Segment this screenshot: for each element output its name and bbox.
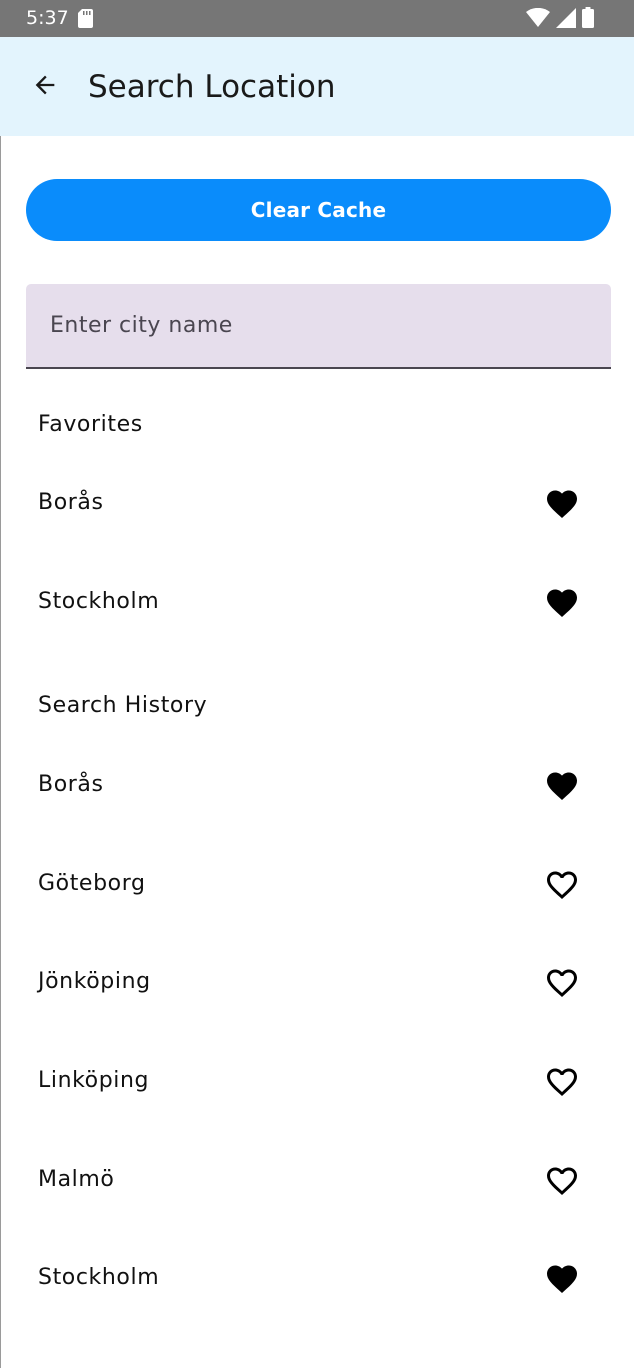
history-row-stockholm[interactable]: Stockholm (0, 1228, 634, 1327)
city-name: Malmö (38, 1167, 115, 1192)
favorite-row-stockholm[interactable]: Stockholm (0, 552, 634, 651)
favorite-toggle-button[interactable] (540, 963, 584, 1007)
heart-outline-icon (544, 965, 580, 1005)
clear-cache-button[interactable]: Clear Cache (26, 179, 611, 241)
heart-outline-icon (544, 867, 580, 907)
city-name: Borås (38, 772, 104, 797)
city-name: Borås (38, 490, 104, 515)
favorite-toggle-button[interactable] (540, 583, 584, 627)
page-title: Search Location (88, 69, 336, 105)
top-app-bar: Search Location (0, 37, 634, 136)
back-button[interactable] (18, 60, 72, 114)
favorite-toggle-button[interactable] (540, 865, 584, 909)
history-row-boras[interactable]: Borås (0, 735, 634, 834)
heart-filled-icon (544, 585, 580, 625)
favorite-toggle-button[interactable] (540, 1161, 584, 1205)
sd-card-icon (78, 9, 93, 32)
city-name: Stockholm (38, 589, 160, 614)
status-bar: 5:37 (0, 0, 634, 37)
favorite-toggle-button[interactable] (540, 1062, 584, 1106)
cell-signal-icon (556, 7, 576, 32)
wifi-icon (526, 7, 550, 32)
heart-outline-icon (544, 1064, 580, 1104)
history-row-linkoping[interactable]: Linköping (0, 1031, 634, 1130)
city-name: Linköping (38, 1068, 150, 1093)
city-name: Jönköping (38, 969, 151, 994)
heart-filled-icon (544, 768, 580, 808)
history-row-goteborg[interactable]: Göteborg (0, 834, 634, 933)
favorite-row-boras[interactable]: Borås (0, 453, 634, 552)
history-row-jonkoping[interactable]: Jönköping (0, 932, 634, 1031)
heart-filled-icon (544, 486, 580, 526)
history-row-malmo[interactable]: Malmö (0, 1130, 634, 1229)
heart-filled-icon (544, 1261, 580, 1301)
search-history-heading: Search History (38, 693, 208, 718)
status-time: 5:37 (26, 7, 69, 29)
arrow-back-icon (31, 71, 59, 103)
city-search-field[interactable] (26, 284, 611, 369)
favorite-toggle-button[interactable] (540, 1259, 584, 1303)
city-name: Stockholm (38, 1265, 160, 1290)
heart-outline-icon (544, 1163, 580, 1203)
city-search-input[interactable] (26, 284, 611, 367)
favorite-toggle-button[interactable] (540, 484, 584, 528)
favorites-heading: Favorites (38, 412, 143, 437)
battery-icon (582, 7, 594, 32)
city-name: Göteborg (38, 871, 146, 896)
favorite-toggle-button[interactable] (540, 766, 584, 810)
